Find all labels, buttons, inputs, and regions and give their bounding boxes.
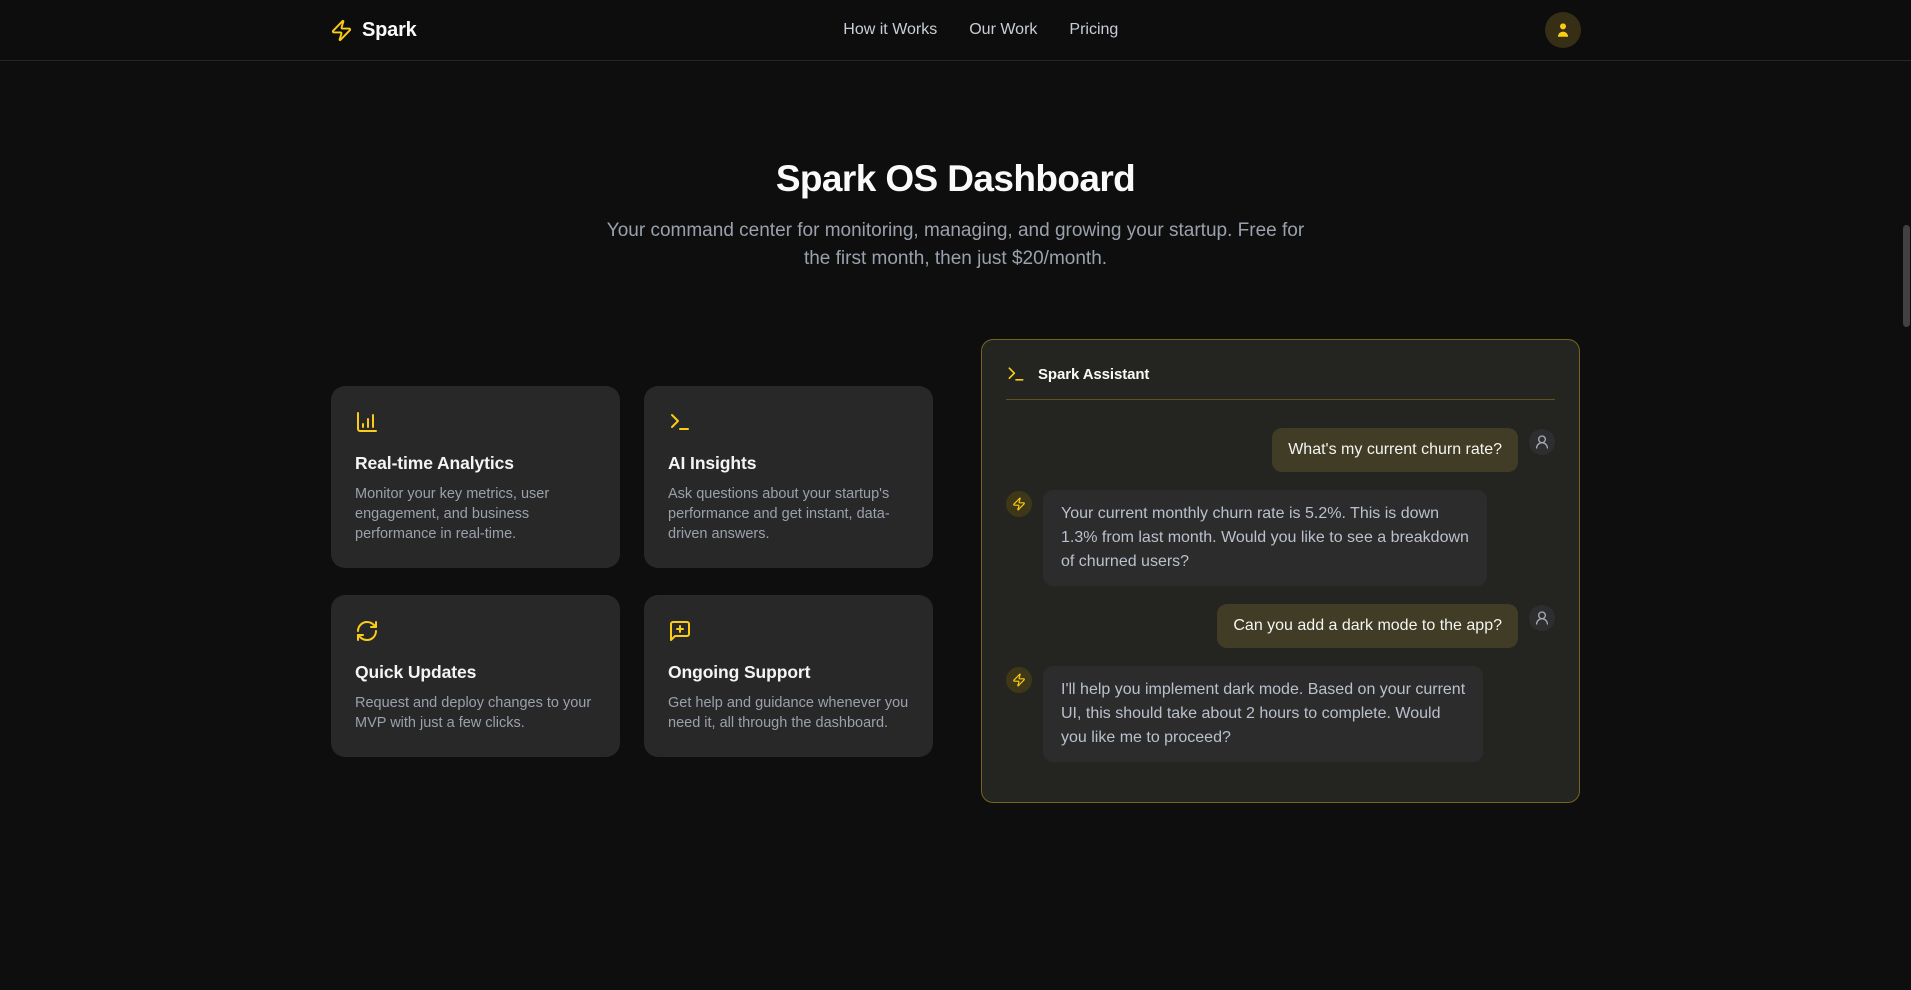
card-title: Ongoing Support (668, 662, 909, 683)
card-title: Real-time Analytics (355, 453, 596, 474)
nav-link-how-it-works[interactable]: How it Works (843, 21, 937, 39)
chat-message-assistant: I'll help you implement dark mode. Based… (1006, 666, 1555, 762)
nav-links: How it Works Our Work Pricing (843, 21, 1118, 39)
terminal-icon (1006, 364, 1026, 384)
assistant-panel-header: Spark Assistant (1006, 364, 1555, 400)
chart-column-icon (355, 410, 596, 434)
user-avatar (1529, 605, 1555, 631)
card-title: AI Insights (668, 453, 909, 474)
chat-messages: What's my current churn rate? Your curre… (1006, 428, 1555, 762)
assistant-message-bubble: Your current monthly churn rate is 5.2%.… (1043, 490, 1487, 586)
user-round-icon (1534, 610, 1550, 626)
assistant-avatar (1006, 491, 1032, 517)
brand-logo[interactable]: Spark (330, 19, 417, 42)
page-scrollbar-thumb[interactable] (1903, 225, 1910, 327)
assistant-panel-title: Spark Assistant (1038, 366, 1149, 383)
card-description: Get help and guidance whenever you need … (668, 693, 909, 733)
nav-link-our-work[interactable]: Our Work (969, 21, 1037, 39)
brand-name: Spark (362, 19, 417, 42)
chat-message-assistant: Your current monthly churn rate is 5.2%.… (1006, 490, 1555, 586)
chat-message-user: Can you add a dark mode to the app? (1006, 604, 1555, 648)
account-avatar-button[interactable] (1545, 12, 1581, 48)
zap-icon (1012, 673, 1026, 687)
nav-link-pricing[interactable]: Pricing (1069, 21, 1118, 39)
assistant-message-bubble: I'll help you implement dark mode. Based… (1043, 666, 1483, 762)
page-subtitle: Your command center for monitoring, mana… (0, 217, 1911, 273)
refresh-icon (355, 619, 596, 643)
zap-icon (1012, 497, 1026, 511)
user-round-icon (1534, 434, 1550, 450)
card-ongoing-support: Ongoing Support Get help and guidance wh… (644, 595, 933, 757)
user-message-bubble: What's my current churn rate? (1272, 428, 1518, 472)
card-description: Monitor your key metrics, user engagemen… (355, 484, 596, 544)
user-icon (1554, 21, 1572, 39)
card-realtime-analytics: Real-time Analytics Monitor your key met… (331, 386, 620, 568)
terminal-icon (668, 410, 909, 434)
feature-grid: Real-time Analytics Monitor your key met… (331, 386, 933, 757)
card-description: Request and deploy changes to your MVP w… (355, 693, 596, 733)
assistant-avatar (1006, 667, 1032, 693)
card-quick-updates: Quick Updates Request and deploy changes… (331, 595, 620, 757)
spark-assistant-panel: Spark Assistant What's my current churn … (981, 339, 1580, 803)
navbar-inner: Spark How it Works Our Work Pricing (330, 12, 1581, 48)
card-title: Quick Updates (355, 662, 596, 683)
card-ai-insights: AI Insights Ask questions about your sta… (644, 386, 933, 568)
main-content: Real-time Analytics Monitor your key met… (331, 339, 1580, 803)
user-message-bubble: Can you add a dark mode to the app? (1217, 604, 1518, 648)
zap-icon (330, 19, 353, 42)
card-description: Ask questions about your startup's perfo… (668, 484, 909, 544)
page-title: Spark OS Dashboard (0, 158, 1911, 200)
navbar: Spark How it Works Our Work Pricing (0, 0, 1911, 61)
message-square-plus-icon (668, 619, 909, 643)
hero-section: Spark OS Dashboard Your command center f… (0, 61, 1911, 273)
user-avatar (1529, 429, 1555, 455)
chat-message-user: What's my current churn rate? (1006, 428, 1555, 472)
